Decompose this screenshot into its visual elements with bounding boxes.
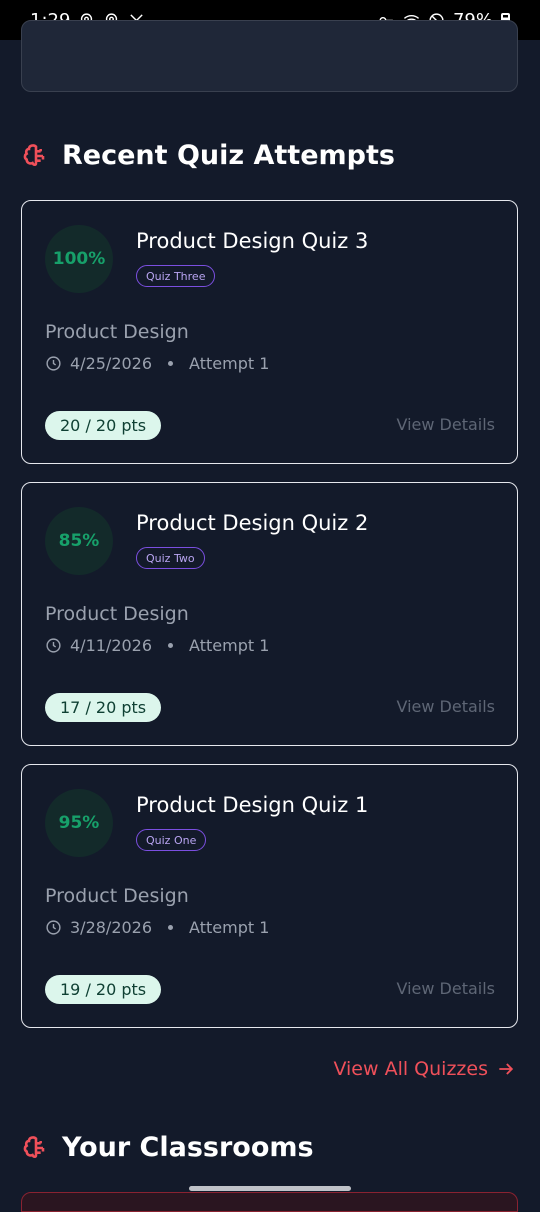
classroom-card[interactable] [21, 1192, 518, 1212]
previous-card [21, 20, 518, 92]
quiz-date: 3/28/2026 [70, 918, 153, 937]
score-badge: 85% [45, 507, 113, 575]
recent-quizzes-heading: Recent Quiz Attempts [22, 140, 395, 171]
separator-dot [168, 643, 174, 648]
quiz-title: Product Design Quiz 2 [136, 511, 369, 535]
quiz-attempt: Attempt 1 [189, 354, 270, 373]
clock-icon [46, 356, 61, 371]
view-all-quizzes-link[interactable]: View All Quizzes [333, 1058, 516, 1080]
quiz-meta: 4/25/2026 Attempt 1 [45, 354, 269, 373]
brain-icon [23, 1135, 45, 1158]
view-details-link[interactable]: View Details [396, 697, 495, 716]
clock-icon [46, 920, 61, 935]
quiz-card[interactable]: 85% Product Design Quiz 2 Quiz Two Produ… [21, 482, 518, 746]
quiz-subject: Product Design [45, 885, 189, 907]
quiz-card[interactable]: 95% Product Design Quiz 1 Quiz One Produ… [21, 764, 518, 1028]
quiz-subject: Product Design [45, 321, 189, 343]
quiz-date: 4/25/2026 [70, 354, 153, 373]
quiz-attempt: Attempt 1 [189, 636, 270, 655]
quiz-subject: Product Design [45, 603, 189, 625]
separator-dot [168, 925, 174, 930]
quiz-tag: Quiz Three [136, 265, 216, 287]
quiz-date: 4/11/2026 [70, 636, 153, 655]
quiz-card[interactable]: 100% Product Design Quiz 3 Quiz Three Pr… [21, 200, 518, 464]
quiz-attempt: Attempt 1 [189, 918, 270, 937]
separator-dot [168, 361, 174, 366]
classrooms-heading: Your Classrooms [22, 1132, 314, 1163]
quiz-tag: Quiz Two [136, 547, 205, 569]
points-badge: 19 / 20 pts [45, 975, 162, 1004]
points-badge: 17 / 20 pts [45, 693, 162, 722]
clock-icon [46, 638, 61, 653]
brain-icon [23, 143, 45, 166]
view-details-link[interactable]: View Details [396, 415, 495, 434]
home-indicator[interactable] [189, 1186, 351, 1191]
quiz-title: Product Design Quiz 1 [136, 793, 369, 817]
score-badge: 95% [45, 789, 113, 857]
quiz-title: Product Design Quiz 3 [136, 229, 369, 253]
score-badge: 100% [45, 225, 113, 293]
quiz-meta: 3/28/2026 Attempt 1 [45, 918, 269, 937]
view-details-link[interactable]: View Details [396, 979, 495, 998]
quiz-tag: Quiz One [136, 829, 207, 851]
arrow-right-icon [499, 1063, 514, 1075]
quiz-meta: 4/11/2026 Attempt 1 [45, 636, 269, 655]
points-badge: 20 / 20 pts [45, 411, 162, 440]
